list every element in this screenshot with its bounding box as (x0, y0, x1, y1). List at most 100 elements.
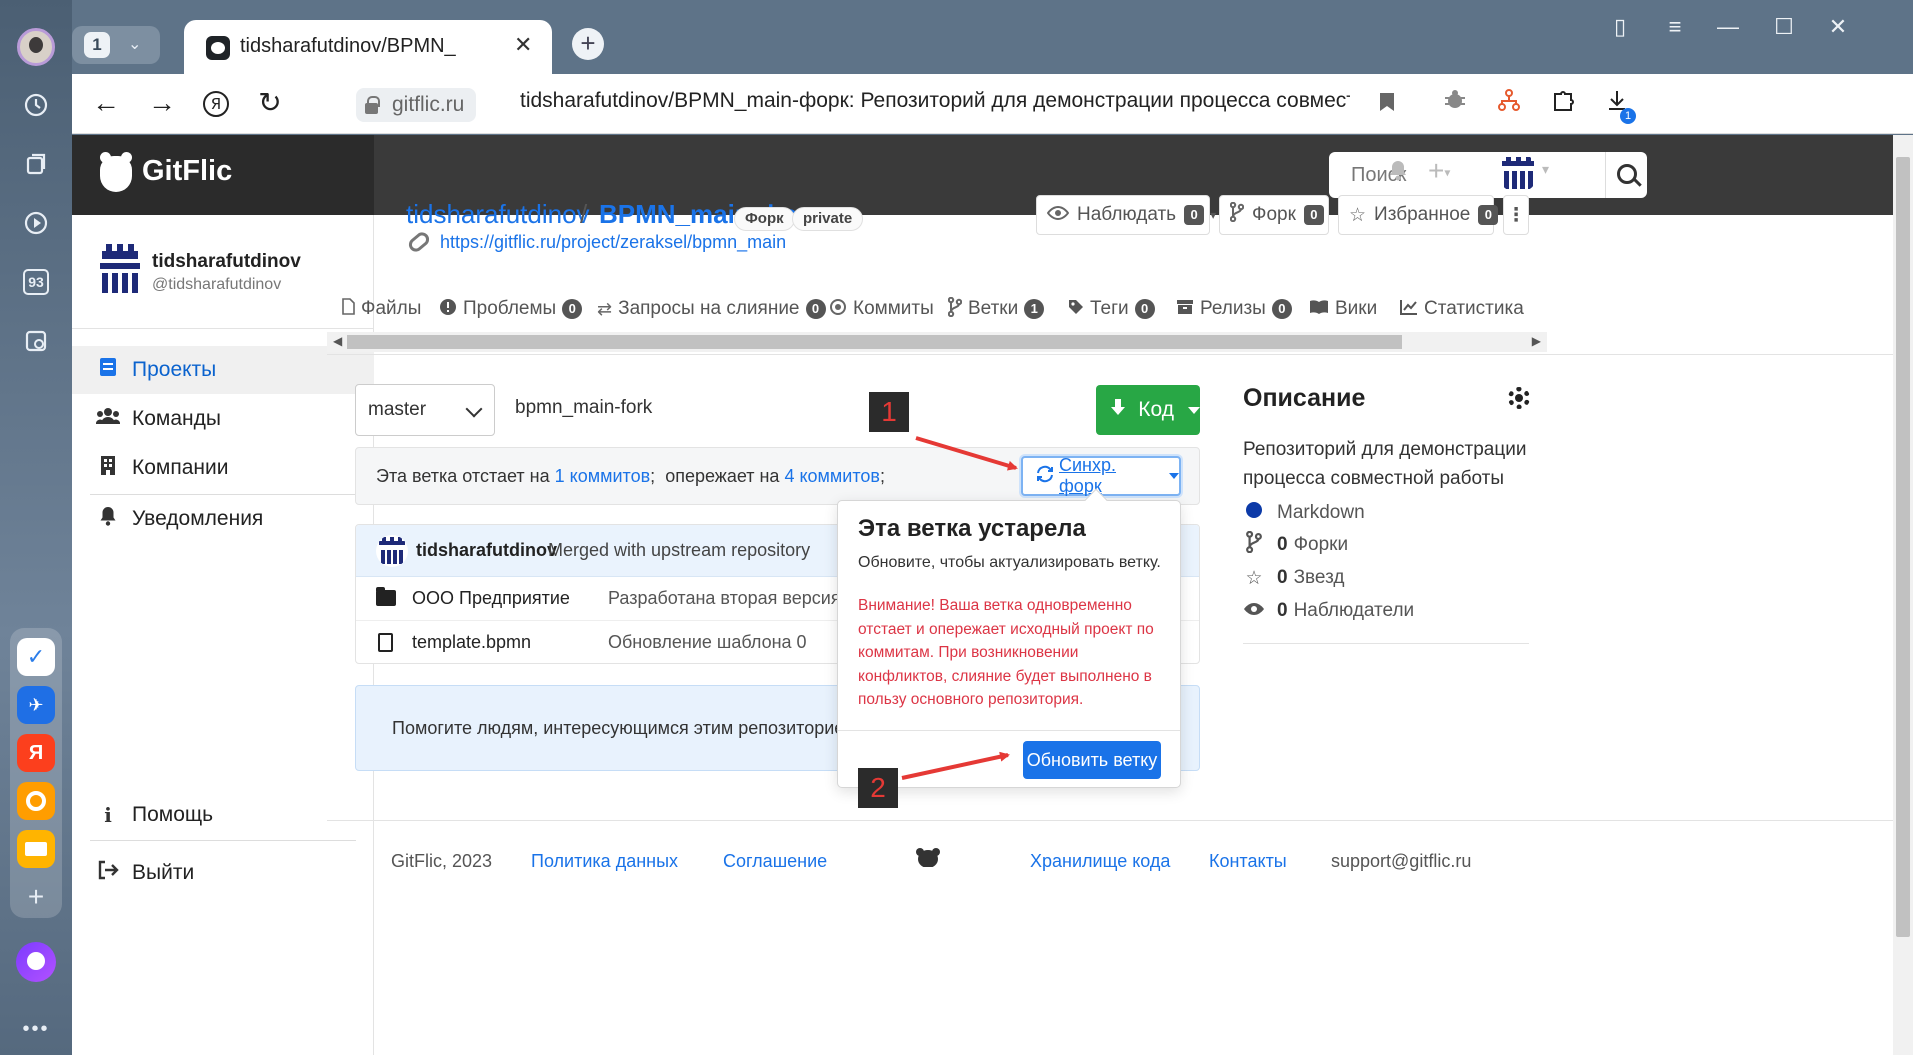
file-name[interactable]: template.bpmn (412, 632, 531, 653)
sidebar-item-teams[interactable]: Команды (72, 395, 374, 443)
music-app-icon[interactable] (17, 782, 55, 820)
page-viewport: GitFlic +▾ ▾ tidsharafutdinov @tidsharaf… (72, 135, 1893, 1055)
extension-bug-icon[interactable] (1438, 88, 1472, 122)
bell-icon[interactable] (1388, 159, 1408, 188)
forward-icon[interactable]: → (144, 86, 180, 122)
popover-warning: Внимание! Ваша ветка одновременно отстае… (858, 597, 1154, 708)
lock-icon[interactable] (356, 88, 386, 122)
watch-button[interactable]: Наблюдать 0 ▾ (1036, 195, 1216, 235)
extension-tree-icon[interactable] (1492, 88, 1526, 122)
tab-merge-requests[interactable]: ⇄ Запросы на слияние 0 (597, 295, 826, 323)
user-avatar[interactable] (1498, 153, 1538, 193)
url-domain[interactable]: gitflic.ru (386, 88, 477, 122)
search-box (1329, 152, 1647, 198)
footer-agreement-link[interactable]: Соглашение (723, 851, 827, 872)
tab-statistics[interactable]: Статистика (1400, 295, 1524, 323)
file-name[interactable]: ООО Предприятие (412, 588, 570, 609)
footer-storage-link[interactable]: Хранилище кода (1030, 851, 1170, 872)
tab-tags[interactable]: Теги 0 (1068, 295, 1155, 323)
screenshot-icon[interactable] (17, 322, 55, 360)
reading-list-icon[interactable]: ▯ (1600, 14, 1640, 44)
commit-author[interactable]: tidsharafutdinov (416, 540, 557, 561)
ahead-commits-link[interactable]: 4 коммитов (784, 466, 880, 486)
file-commit-message[interactable]: Обновление шаблона 0 (608, 632, 807, 653)
more-actions-button[interactable]: ⋮ (1503, 195, 1529, 235)
minimize-icon[interactable]: — (1708, 14, 1748, 44)
sidebar-item-companies[interactable]: Компании (72, 444, 374, 492)
tab-wiki[interactable]: Вики (1309, 295, 1377, 323)
update-branch-button[interactable]: Обновить ветку (1023, 741, 1161, 779)
search-icon[interactable] (1605, 152, 1647, 198)
teams-icon (94, 407, 122, 431)
mail-app-icon[interactable] (17, 830, 55, 868)
more-icon[interactable]: ••• (17, 1010, 55, 1048)
repo-path-separator: / (580, 199, 588, 229)
upstream-url-link[interactable]: https://gitflic.ru/project/zeraksel/bpmn… (440, 232, 786, 253)
behind-commits-link[interactable]: 1 коммитов (555, 466, 651, 486)
reload-icon[interactable]: ↻ (252, 86, 288, 122)
maximize-icon[interactable]: ☐ (1764, 14, 1804, 44)
collections-icon[interactable] (17, 145, 55, 183)
tab-branches[interactable]: Ветки 1 (947, 295, 1045, 323)
messenger-app-icon[interactable]: ✈ (17, 686, 55, 724)
browser-tab[interactable]: tidsharafutdinov/BPMN_ ✕ (184, 20, 552, 74)
scrollbar-thumb[interactable] (347, 335, 1402, 349)
gear-icon[interactable] (1508, 387, 1530, 409)
watchers-stat[interactable]: 0 Наблюдатели (1243, 598, 1414, 624)
page-vertical-scrollbar[interactable] (1893, 135, 1913, 1055)
repo-owner-link[interactable]: tidsharafutdinov (406, 199, 590, 230)
bookmark-icon[interactable] (1370, 88, 1404, 122)
url-page-title[interactable]: tidsharafutdinov/BPMN_main-форк: Репозит… (520, 89, 1350, 113)
back-icon[interactable]: ← (88, 86, 124, 122)
scrollbar-thumb[interactable] (1896, 157, 1910, 937)
private-badge: private (792, 207, 864, 231)
forks-stat[interactable]: 0 Форки (1243, 530, 1348, 558)
code-download-button[interactable]: Код (1096, 385, 1200, 435)
extension-puzzle-icon[interactable] (1546, 88, 1580, 122)
assistant-icon[interactable] (16, 942, 56, 982)
avatar-caret-icon[interactable]: ▾ (1542, 161, 1549, 178)
scroll-left-icon[interactable]: ◀ (333, 334, 342, 348)
tab-issues[interactable]: Проблемы 0 (439, 295, 583, 323)
yandex-app-icon[interactable]: Я (17, 734, 55, 772)
create-plus-icon[interactable]: +▾ (1428, 155, 1450, 187)
tab-files[interactable]: Файлы (342, 295, 421, 323)
footer-policy-link[interactable]: Политика данных (531, 851, 678, 872)
footer-contacts-link[interactable]: Контакты (1209, 851, 1287, 872)
tab-count-button[interactable]: 1 ⌄ (72, 26, 160, 64)
browser-profile-avatar[interactable] (17, 28, 55, 66)
history-icon[interactable] (17, 86, 55, 124)
branch-select[interactable]: master (355, 384, 495, 436)
scroll-right-icon[interactable]: ▶ (1532, 334, 1541, 348)
search-input[interactable] (1329, 152, 1605, 198)
file-commit-message[interactable]: Разработана вторая версия пр (608, 588, 865, 609)
stars-stat[interactable]: ☆ 0 Звезд (1243, 565, 1344, 591)
tab-commits[interactable]: Коммиты (829, 295, 934, 323)
tab-releases[interactable]: Релизы 0 (1176, 295, 1292, 323)
downloads-icon[interactable]: 1 (1600, 88, 1636, 124)
close-window-icon[interactable]: ✕ (1818, 14, 1858, 44)
commit-message[interactable]: Merged with upstream repository (548, 540, 810, 561)
footer-copyright: GitFlic, 2023 (391, 851, 493, 871)
tab-close-icon[interactable]: ✕ (514, 32, 532, 58)
counter-app-icon[interactable]: 93 (17, 263, 55, 301)
menu-icon[interactable]: ≡ (1655, 14, 1695, 44)
favorite-button[interactable]: ☆ Избранное 0 (1338, 195, 1499, 235)
tab-title: tidsharafutdinov/BPMN_ (240, 35, 456, 57)
profile-block[interactable]: tidsharafutdinov @tidsharafutdinov (72, 215, 374, 329)
chart-icon (1400, 299, 1418, 320)
logo-link[interactable]: GitFlic (72, 135, 374, 215)
add-app-icon[interactable]: + (17, 878, 55, 916)
new-tab-button[interactable]: + (572, 28, 604, 60)
sidebar-item-notifications[interactable]: Уведомления (72, 495, 374, 543)
eye-icon (1243, 600, 1265, 622)
chevron-down-icon (465, 400, 483, 418)
video-icon[interactable] (17, 204, 55, 242)
sidebar-item-help[interactable]: i Помощь (72, 791, 374, 839)
tabs-horizontal-scrollbar[interactable]: ◀ ▶ (327, 332, 1547, 352)
yandex-icon[interactable]: Я (198, 86, 234, 122)
sync-fork-button[interactable]: Синхр. форк (1021, 455, 1181, 496)
tasks-app-icon[interactable]: ✓ (17, 638, 55, 676)
sidebar-item-logout[interactable]: Выйти (72, 849, 374, 897)
fork-button[interactable]: Форк 0 (1219, 195, 1329, 235)
